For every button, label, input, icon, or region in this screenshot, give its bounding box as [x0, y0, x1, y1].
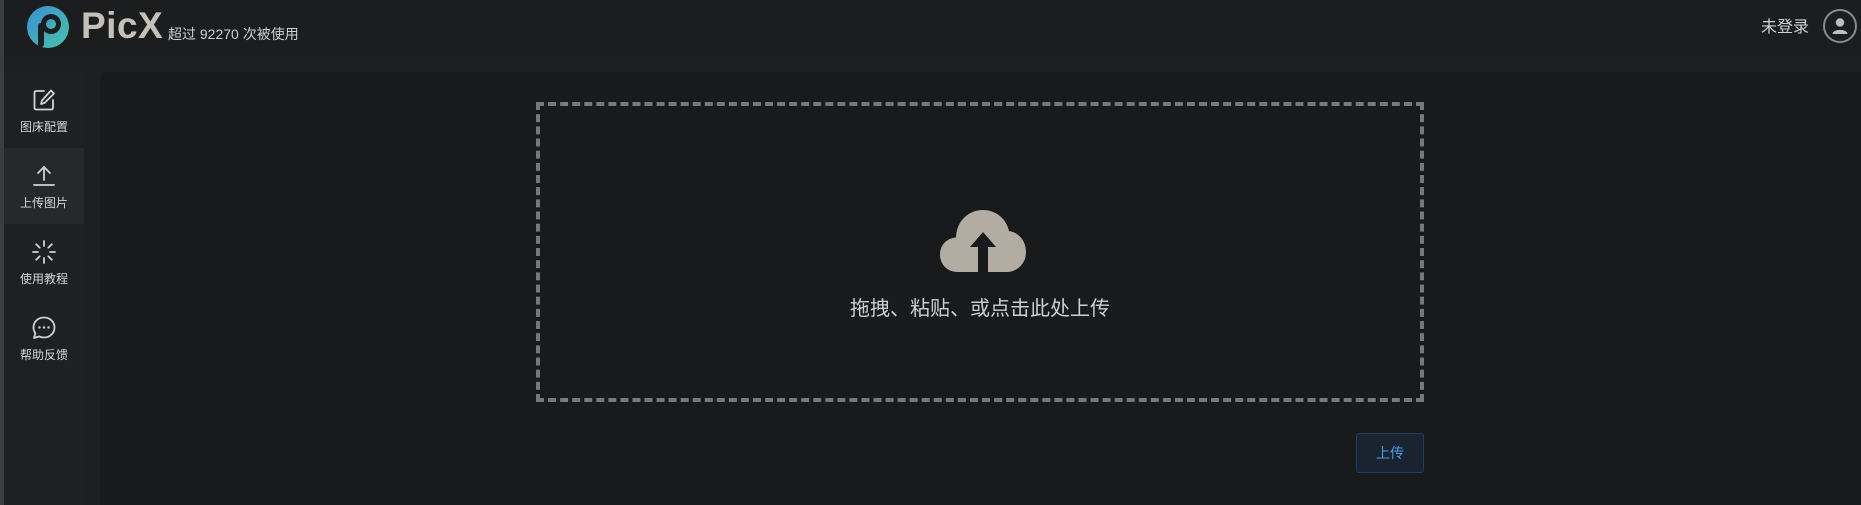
sidebar-item-label: 使用教程 — [19, 272, 68, 286]
sidebar-item-upload[interactable]: 上传图片 — [4, 148, 84, 224]
dropzone-instructions: 拖拽、粘贴、或点击此处上传 — [850, 298, 1110, 320]
top-header: PicX 超过 92270 次被使用 未登录 — [4, 0, 1861, 56]
picx-logo — [27, 6, 69, 48]
loader-icon — [30, 238, 58, 266]
sidebar-nav: 图床配置 上传图片 使用教程 帮助反馈 — [4, 72, 84, 505]
sidebar-item-feedback[interactable]: 帮助反馈 — [4, 300, 84, 376]
user-icon — [1832, 18, 1848, 34]
sidebar-item-label: 帮助反馈 — [19, 348, 68, 362]
sidebar-item-label: 图床配置 — [19, 120, 68, 134]
app-title: PicX — [81, 5, 164, 46]
cloud-upload-icon — [940, 210, 1026, 272]
upload-icon — [30, 162, 58, 190]
usage-count-text: 超过 92270 次被使用 — [168, 26, 299, 42]
user-avatar[interactable] — [1823, 9, 1857, 43]
sidebar-item-label: 上传图片 — [19, 196, 68, 210]
login-status[interactable]: 未登录 — [1761, 18, 1809, 38]
upload-dropzone[interactable]: 拖拽、粘贴、或点击此处上传 — [536, 102, 1424, 402]
sidebar-item-tutorial[interactable]: 使用教程 — [4, 224, 84, 300]
edit-icon — [30, 86, 58, 114]
sidebar-item-config[interactable]: 图床配置 — [4, 72, 84, 148]
upload-button[interactable]: 上传 — [1356, 433, 1424, 473]
chat-icon — [30, 314, 58, 342]
